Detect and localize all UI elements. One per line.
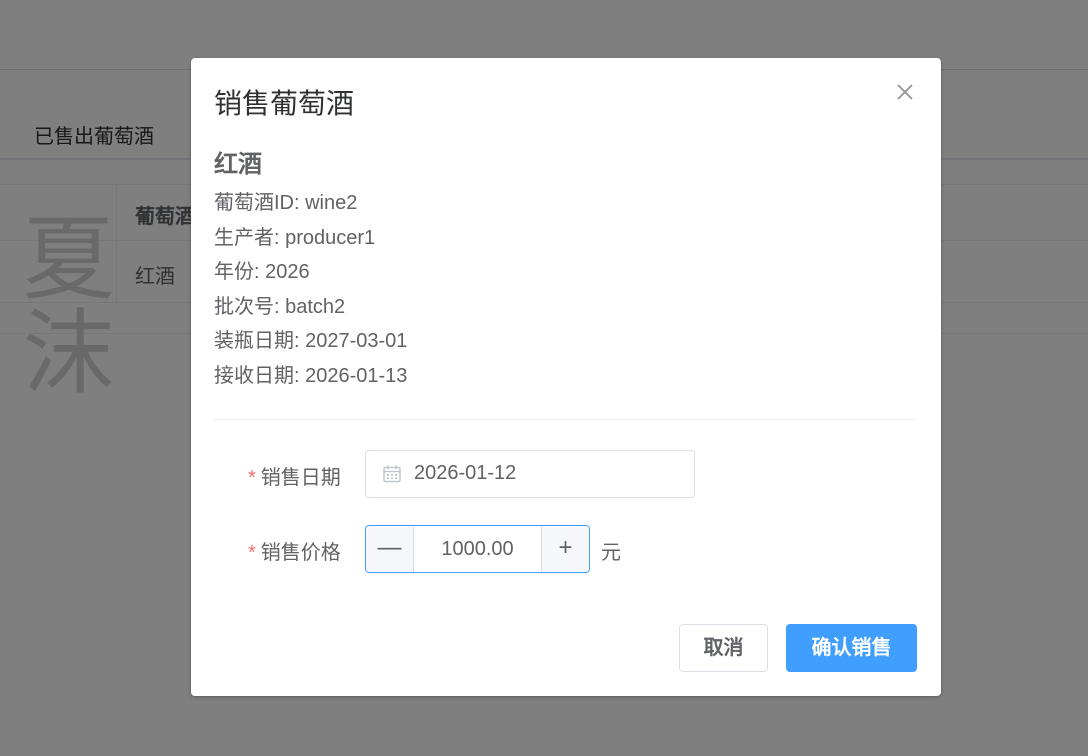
sale-date-value[interactable]: 2026-01-12 (414, 462, 516, 485)
sale-date-picker[interactable]: 2026-01-12 (365, 450, 695, 498)
dialog-title: 销售葡萄酒 (214, 88, 355, 119)
sale-price-label: * 销售价格 (248, 542, 341, 564)
sale-price-input[interactable]: 1000.00 (414, 526, 541, 572)
info-received-date: 接收日期: 2026-01-13 (214, 364, 408, 387)
info-year: 年份: 2026 (214, 261, 310, 284)
required-mark: * (248, 467, 256, 489)
calendar-icon (382, 464, 402, 484)
wine-info-list: 葡萄酒ID: wine2 生产者: producer1 年份: 2026 批次号… (214, 190, 407, 398)
close-icon[interactable] (891, 78, 919, 106)
confirm-sale-button[interactable]: 确认销售 (786, 624, 917, 672)
wine-name: 红酒 (214, 151, 262, 178)
cancel-button[interactable]: 取消 (679, 624, 768, 672)
sale-date-label: * 销售日期 (248, 467, 341, 489)
price-unit: 元 (601, 542, 621, 564)
increase-button[interactable]: + (541, 526, 589, 572)
divider (214, 419, 917, 420)
sale-price-stepper[interactable]: — 1000.00 + (365, 525, 590, 573)
info-batch: 批次号: batch2 (214, 295, 346, 318)
decrease-button[interactable]: — (366, 526, 414, 572)
required-mark: * (248, 542, 256, 564)
info-producer: 生产者: producer1 (214, 226, 376, 249)
info-wine-id: 葡萄酒ID: wine2 (214, 192, 358, 214)
info-bottling-date: 装瓶日期: 2027-03-01 (214, 330, 408, 353)
sell-wine-dialog: 销售葡萄酒 红酒 葡萄酒ID: wine2 生产者: producer1 年份:… (191, 58, 941, 696)
